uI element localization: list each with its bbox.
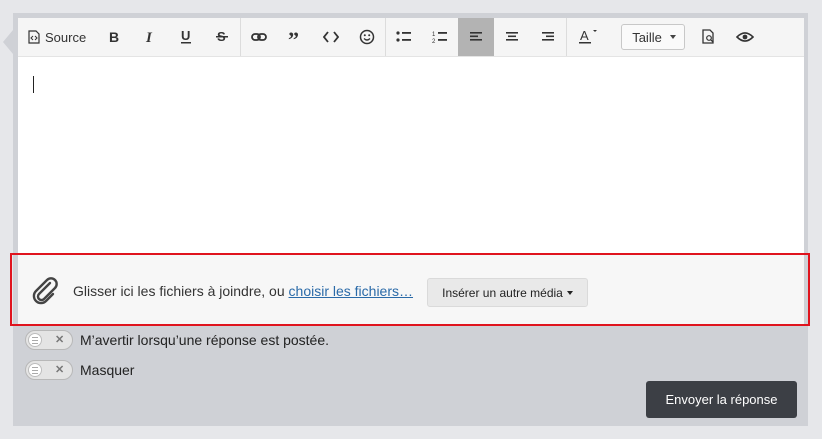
align-center-icon: [506, 32, 519, 41]
editor-text-area[interactable]: [18, 57, 804, 255]
svg-text:U: U: [181, 29, 190, 43]
smiley-icon: [359, 29, 375, 45]
source-button[interactable]: Source: [18, 18, 96, 56]
numbered-list-button[interactable]: 12: [422, 18, 458, 56]
paperclip-icon: [32, 277, 58, 305]
underline-icon: U: [181, 29, 192, 44]
align-right-icon: [542, 32, 555, 41]
choose-files-link[interactable]: choisir les fichiers…: [289, 283, 413, 299]
insert-media-button[interactable]: Insérer un autre média: [427, 278, 588, 307]
link-button[interactable]: [241, 18, 277, 56]
svg-text:B: B: [109, 30, 119, 44]
eye-icon: [735, 32, 754, 42]
strikethrough-icon: S: [216, 29, 229, 44]
notify-toggle[interactable]: ✕: [25, 330, 73, 350]
align-left-icon: [470, 32, 483, 41]
text-color-button[interactable]: A: [567, 18, 609, 56]
quote-button[interactable]: ”: [277, 18, 313, 56]
svg-text:A: A: [580, 28, 589, 43]
svg-text:”: ”: [288, 31, 299, 43]
chevron-down-icon: [669, 35, 676, 39]
quote-icon: ”: [288, 31, 299, 43]
rich-text-editor: Source B I U S ” 12: [18, 18, 804, 255]
svg-text:1: 1: [432, 32, 436, 38]
close-icon: ✕: [55, 364, 65, 376]
italic-button[interactable]: I: [132, 18, 168, 56]
attachment-instructions: Glisser ici les fichiers à joindre, ou c…: [73, 283, 413, 299]
submit-reply-button[interactable]: Envoyer la réponse: [646, 381, 797, 418]
attachment-text: Glisser ici les fichiers à joindre, ou: [73, 283, 289, 299]
hide-toggle[interactable]: ✕: [25, 360, 73, 380]
bold-button[interactable]: B: [96, 18, 132, 56]
toggle-knob: [28, 363, 42, 377]
italic-icon: I: [145, 30, 153, 44]
text-cursor: [33, 76, 34, 93]
view-button[interactable]: [727, 18, 763, 56]
text-color-icon: A: [579, 28, 598, 44]
close-icon: ✕: [55, 334, 65, 346]
source-icon: [28, 30, 40, 44]
editor-toolbar: Source B I U S ” 12: [18, 18, 804, 57]
align-left-button[interactable]: [458, 18, 495, 56]
size-dropdown[interactable]: Taille: [621, 24, 685, 50]
toggle-knob: [28, 333, 42, 347]
chevron-down-icon: [566, 290, 573, 295]
bulleted-list-icon: [396, 31, 412, 42]
code-icon: [323, 31, 340, 43]
notify-label: M’avertir lorsqu’une réponse est postée.: [80, 332, 330, 348]
svg-text:2: 2: [432, 39, 436, 44]
code-button[interactable]: [313, 18, 349, 56]
preview-button[interactable]: [691, 18, 727, 56]
smiley-button[interactable]: [349, 18, 385, 56]
insert-media-label: Insérer un autre média: [442, 285, 563, 300]
bold-icon: B: [109, 30, 119, 44]
attachment-drop-zone[interactable]: Glisser ici les fichiers à joindre, ou c…: [18, 255, 804, 324]
hide-option: ✕ Masquer: [25, 360, 134, 380]
notify-option: ✕ M’avertir lorsqu’une réponse est posté…: [25, 330, 329, 350]
strikethrough-button[interactable]: S: [204, 18, 240, 56]
underline-button[interactable]: U: [168, 18, 204, 56]
link-icon: [251, 33, 268, 41]
source-label: Source: [45, 29, 87, 45]
hide-label: Masquer: [80, 362, 135, 378]
size-dropdown-label: Taille: [632, 29, 662, 45]
preview-icon: [702, 29, 714, 44]
numbered-list-icon: 12: [432, 32, 448, 44]
align-right-button[interactable]: [530, 18, 566, 56]
svg-text:I: I: [145, 30, 153, 44]
panel-pointer: [3, 30, 13, 54]
align-center-button[interactable]: [494, 18, 530, 56]
bulleted-list-button[interactable]: [386, 18, 422, 56]
